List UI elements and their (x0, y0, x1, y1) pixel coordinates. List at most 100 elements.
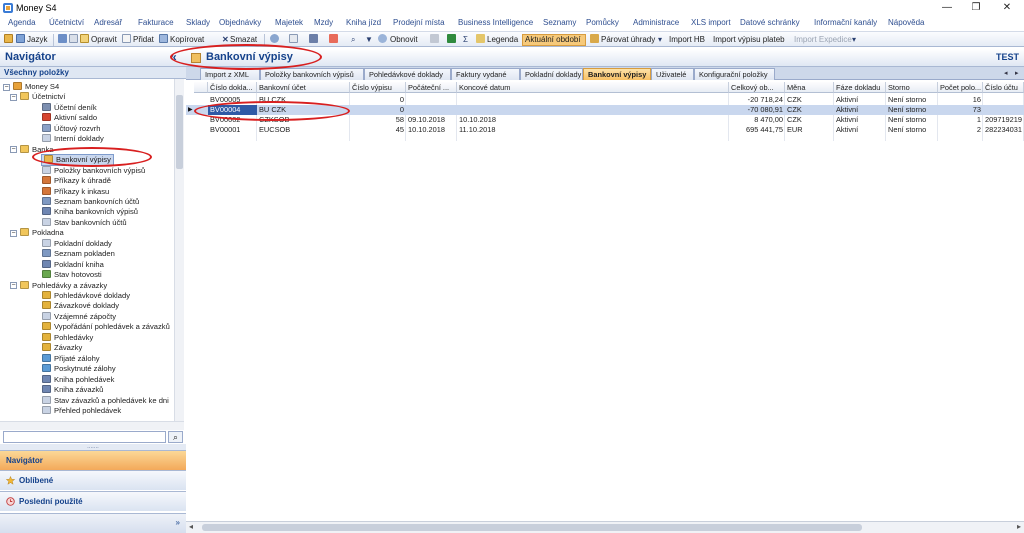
opravit-button[interactable]: Opravit (91, 34, 117, 46)
configure-buttons-icon[interactable]: » (176, 518, 180, 527)
cell-mena[interactable]: CZK (785, 115, 834, 125)
tab-import-z-xml[interactable]: Import z XML (200, 68, 260, 80)
menu-adresar[interactable]: Adresář (94, 18, 122, 27)
navigator-button[interactable]: Navigátor (0, 450, 186, 470)
tree-item-ucetni-denik[interactable]: Účetní deník (42, 102, 97, 113)
users-icon[interactable] (270, 34, 279, 43)
restore-button[interactable]: ❐ (965, 1, 987, 15)
tree-item-stav-bankovnich-uctu[interactable]: Stav bankovních účtů (42, 217, 127, 228)
filter-icon[interactable]: ▼ (365, 34, 373, 46)
recent-button[interactable]: Poslední použité (0, 491, 186, 511)
legenda-button[interactable]: Legenda (487, 34, 518, 46)
aktualni-obdobi-button[interactable]: Aktuální období (522, 34, 586, 46)
cell-cislo-vypisu[interactable]: 58 (350, 115, 406, 125)
cell-cislo-vypisu[interactable]: 0 (350, 95, 406, 105)
pridat-button[interactable]: Přidat (133, 34, 154, 46)
tree-item-stav-zavazku-a-pohledavek-ke-dni[interactable]: Stav závazků a pohledávek ke dni (42, 395, 169, 406)
cell-pocatecni-datum[interactable] (406, 95, 457, 105)
cell-faze-dokladu[interactable]: Aktivní (834, 105, 886, 115)
tree-item-pokladna[interactable]: Pokladna (20, 228, 64, 238)
column-header-faze-dokladu[interactable]: Fáze dokladu (834, 82, 886, 93)
menu-pomucky[interactable]: Pomůcky (586, 18, 619, 27)
grid-horizontal-scrollbar[interactable]: ◂ ▸ (186, 521, 1024, 533)
grid-icon[interactable] (69, 34, 78, 43)
tree-horizontal-scrollbar[interactable] (0, 421, 184, 430)
tree-vertical-scrollbar[interactable] (174, 79, 184, 421)
cell-pocet-polozek[interactable]: 73 (938, 105, 983, 115)
tab-faktury-vydane[interactable]: Faktury vydané (451, 68, 520, 80)
save-icon[interactable] (58, 34, 67, 43)
tree-expander-banka[interactable]: − (10, 146, 17, 154)
menu-datove-schranky[interactable]: Datové schránky (740, 18, 800, 27)
cell-bankovni-ucet[interactable]: BU CZK (257, 95, 350, 105)
column-header-celkovy-obrat[interactable]: Celkový ob... (729, 82, 785, 93)
sum-icon[interactable]: Σ (463, 34, 468, 46)
cell-bankovni-ucet[interactable]: CZKSOB (257, 115, 350, 125)
tree-item-prikazy-k-inkasu[interactable]: Příkazy k inkasu (42, 186, 109, 197)
menu-ucetnictvi[interactable]: Účetnictví (49, 18, 84, 27)
kopirovat-button[interactable]: Kopírovat (170, 34, 204, 46)
cell-celkovy-obrat[interactable]: 695 441,75 (729, 125, 785, 135)
minimize-button[interactable]: — (936, 1, 958, 15)
cell-pocatecni-datum[interactable]: 09.10.2018 (406, 115, 457, 125)
cell-celkovy-obrat[interactable]: -70 080,91 (729, 105, 785, 115)
export-icon[interactable] (309, 34, 318, 43)
obnovit-button[interactable]: Obnovit (390, 34, 418, 46)
tree-item-seznam-pokladen[interactable]: Seznam pokladen (42, 249, 115, 259)
cell-pocatecni-datum[interactable] (406, 105, 457, 115)
favorites-button[interactable]: Oblíbené (0, 470, 186, 490)
cell-mena[interactable]: CZK (785, 95, 834, 105)
cell-storno[interactable]: Není storno (886, 125, 938, 135)
menu-informacni-kanaly[interactable]: Informační kanály (814, 18, 877, 27)
tree-item-prehled-pohledavek[interactable]: Přehled pohledávek (42, 405, 121, 416)
tree-expander-pokladna[interactable]: − (10, 229, 17, 237)
tab-uzivatele[interactable]: Uživatelé (651, 68, 694, 80)
attachment-icon[interactable] (430, 34, 439, 43)
menu-kniha-jizd[interactable]: Kniha jízd (346, 18, 381, 27)
report-icon[interactable] (329, 34, 338, 43)
table-row[interactable]: BV00001 EUCSOB 45 10.10.2018 11.10.2018 695 4… (186, 125, 1024, 135)
tree-item-pokladni-kniha[interactable]: Pokladní kniha (42, 259, 104, 270)
cell-cislo-uctu[interactable] (983, 95, 1024, 105)
menu-xls-import[interactable]: XLS import (691, 18, 731, 27)
cell-storno[interactable]: Není storno (886, 95, 938, 105)
tree-item-ucetnictvi[interactable]: Účetnictví (20, 92, 65, 102)
import-vypisu-button[interactable]: Import výpisu plateb (713, 34, 785, 46)
tree-item-prijate-zalohy[interactable]: Přijaté zálohy (42, 353, 100, 364)
cell-pocatecni-datum[interactable]: 10.10.2018 (406, 125, 457, 135)
toolbar-overflow-icon[interactable]: ▾ (852, 34, 856, 46)
tree-item-prikazy-k-uhrade[interactable]: Příkazy k úhradě (42, 176, 111, 186)
cell-faze-dokladu[interactable]: Aktivní (834, 115, 886, 125)
cell-koncove-datum[interactable] (457, 95, 729, 105)
cell-pocet-polozek[interactable]: 2 (938, 125, 983, 135)
column-header-cislo-uctu[interactable]: Číslo účtu (983, 82, 1024, 93)
chevron-down-icon[interactable]: ▾ (658, 34, 662, 46)
column-header-koncove-datum[interactable]: Koncové datum (457, 82, 729, 93)
cell-mena[interactable]: CZK (785, 105, 834, 115)
cell-cislo-dokladu[interactable]: BV00005 (208, 95, 257, 105)
search-icon[interactable]: ⌕ (351, 34, 355, 46)
tree-item-zavazkove-doklady[interactable]: Závazkové doklady (42, 301, 119, 311)
tree-item-interni-doklady[interactable]: Interní doklady (42, 134, 104, 144)
column-header-bankovni-ucet[interactable]: Bankovní účet (257, 82, 350, 93)
cell-storno[interactable]: Není storno (886, 115, 938, 125)
cell-pocet-polozek[interactable]: 1 (938, 115, 983, 125)
close-button[interactable]: ✕ (996, 1, 1018, 15)
cell-cislo-dokladu[interactable]: BV00002 (208, 115, 257, 125)
collapse-navigator-icon[interactable]: « (170, 50, 177, 64)
table-row[interactable]: BV00005 BU CZK 0 -20 718,24 CZK Aktivní Není s… (186, 95, 1024, 105)
search-icon[interactable]: ⌕ (168, 431, 183, 443)
tree-item-kniha-zavazku[interactable]: Kniha závazků (42, 385, 103, 395)
column-header-pocatecni-datum[interactable]: Počáteční ... (406, 82, 457, 93)
cell-koncove-datum[interactable] (457, 105, 729, 115)
parovat-uhrady-button[interactable]: Párovat úhrady (601, 34, 655, 46)
cell-bankovni-ucet[interactable]: BU CZK (257, 105, 350, 115)
print-icon[interactable] (289, 34, 298, 43)
menu-administrace[interactable]: Administrace (633, 18, 679, 27)
cell-pocet-polozek[interactable]: 16 (938, 95, 983, 105)
menu-mzdy[interactable]: Mzdy (314, 18, 333, 27)
tree-item-polozky-bankovnich-vypisu[interactable]: Položky bankovních výpisů (42, 165, 145, 176)
tree-item-banka[interactable]: Banka (20, 144, 54, 155)
menu-agenda[interactable]: Agenda (8, 18, 36, 27)
column-header-mena[interactable]: Měna (785, 82, 834, 93)
